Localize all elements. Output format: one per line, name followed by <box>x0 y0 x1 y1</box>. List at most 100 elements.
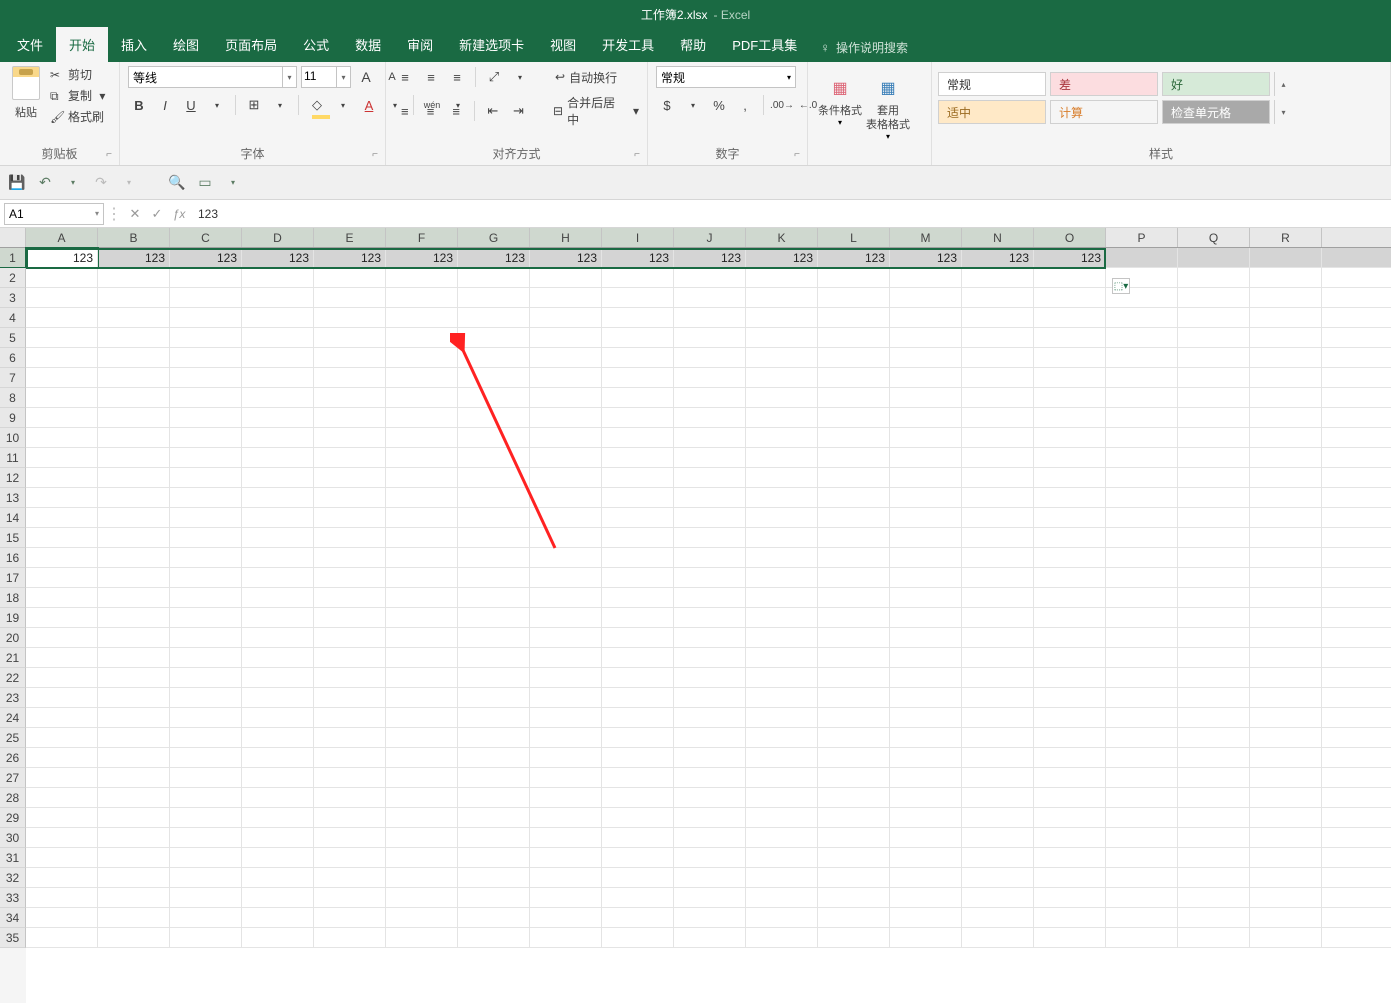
cell-grid[interactable]: 1231231231231231231231231231231231231231… <box>26 248 1391 1003</box>
cell[interactable] <box>386 648 458 667</box>
cell[interactable] <box>314 708 386 727</box>
cell[interactable] <box>818 688 890 707</box>
cell[interactable] <box>170 568 242 587</box>
cell[interactable] <box>602 488 674 507</box>
cell[interactable] <box>674 908 746 927</box>
underline-button[interactable]: U <box>180 94 202 116</box>
column-header[interactable]: P <box>1106 228 1178 247</box>
cell[interactable] <box>746 668 818 687</box>
cell[interactable] <box>458 668 530 687</box>
cell[interactable] <box>746 308 818 327</box>
cell[interactable] <box>386 628 458 647</box>
cell[interactable] <box>26 808 98 827</box>
cell[interactable] <box>530 528 602 547</box>
cell[interactable] <box>1106 468 1178 487</box>
column-header[interactable]: M <box>890 228 962 247</box>
cell[interactable] <box>242 388 314 407</box>
cell[interactable] <box>26 548 98 567</box>
cell[interactable] <box>746 868 818 887</box>
style-gallery-more[interactable]: ▾ <box>1274 100 1292 124</box>
cell[interactable] <box>314 408 386 427</box>
cell[interactable] <box>1034 408 1106 427</box>
cell[interactable] <box>530 928 602 947</box>
row-header[interactable]: 17 <box>0 568 26 588</box>
cell[interactable] <box>746 388 818 407</box>
cell[interactable] <box>890 768 962 787</box>
cell[interactable] <box>242 688 314 707</box>
cell[interactable] <box>818 868 890 887</box>
align-bottom-button[interactable]: ≡ <box>446 66 468 88</box>
cell[interactable] <box>242 348 314 367</box>
cell[interactable] <box>242 888 314 907</box>
cell[interactable] <box>458 408 530 427</box>
cell[interactable] <box>386 408 458 427</box>
cell[interactable] <box>1106 588 1178 607</box>
cell[interactable] <box>314 768 386 787</box>
cell[interactable] <box>1178 548 1250 567</box>
cell[interactable] <box>1250 708 1322 727</box>
tab-home[interactable]: 开始 <box>56 27 108 62</box>
cell[interactable] <box>1178 728 1250 747</box>
cell[interactable] <box>818 908 890 927</box>
cell[interactable] <box>1250 248 1322 267</box>
cell[interactable] <box>98 688 170 707</box>
cell[interactable] <box>746 368 818 387</box>
cell[interactable] <box>170 308 242 327</box>
row-header[interactable]: 35 <box>0 928 26 948</box>
fill-color-button[interactable]: ◇ <box>306 94 328 116</box>
tab-developer[interactable]: 开发工具 <box>589 27 667 62</box>
cell[interactable] <box>314 848 386 867</box>
style-gallery-scroll-up[interactable]: ▴ <box>1274 72 1292 96</box>
cell[interactable] <box>962 808 1034 827</box>
cell[interactable] <box>890 848 962 867</box>
cell[interactable] <box>890 808 962 827</box>
cell[interactable] <box>1034 448 1106 467</box>
cell[interactable] <box>386 568 458 587</box>
underline-dropdown[interactable]: ▾ <box>206 94 228 116</box>
cell[interactable] <box>170 328 242 347</box>
cell[interactable] <box>1178 808 1250 827</box>
row-header[interactable]: 20 <box>0 628 26 648</box>
cell[interactable] <box>26 648 98 667</box>
cell[interactable] <box>1034 748 1106 767</box>
tab-view[interactable]: 视图 <box>537 27 589 62</box>
cell[interactable] <box>674 668 746 687</box>
cell[interactable] <box>1178 588 1250 607</box>
cell[interactable] <box>746 588 818 607</box>
cell[interactable] <box>746 408 818 427</box>
font-size-dropdown[interactable]: ▾ <box>337 66 351 88</box>
cell[interactable] <box>1178 408 1250 427</box>
cell[interactable] <box>602 748 674 767</box>
cell[interactable]: 123 <box>98 248 170 267</box>
row-header[interactable]: 15 <box>0 528 26 548</box>
cell[interactable] <box>1178 488 1250 507</box>
cell[interactable] <box>26 428 98 447</box>
cell[interactable] <box>170 928 242 947</box>
cell[interactable] <box>530 288 602 307</box>
cell[interactable] <box>1034 828 1106 847</box>
cell[interactable] <box>1106 488 1178 507</box>
column-header[interactable]: E <box>314 228 386 247</box>
cell[interactable] <box>98 328 170 347</box>
cell[interactable] <box>890 828 962 847</box>
cell[interactable] <box>1106 788 1178 807</box>
cell[interactable] <box>818 448 890 467</box>
cell[interactable] <box>602 928 674 947</box>
number-format-select[interactable]: 常规▾ <box>656 66 796 88</box>
cell[interactable] <box>530 788 602 807</box>
cell[interactable] <box>98 668 170 687</box>
cell[interactable] <box>746 548 818 567</box>
cell[interactable] <box>314 368 386 387</box>
cell[interactable] <box>386 788 458 807</box>
cell[interactable] <box>890 488 962 507</box>
cell[interactable] <box>242 648 314 667</box>
cell[interactable] <box>1106 688 1178 707</box>
column-header[interactable]: I <box>602 228 674 247</box>
cell[interactable] <box>98 488 170 507</box>
cell[interactable] <box>1250 288 1322 307</box>
cell[interactable] <box>458 628 530 647</box>
cell[interactable] <box>890 548 962 567</box>
cell[interactable] <box>242 828 314 847</box>
cell[interactable] <box>314 468 386 487</box>
cell[interactable] <box>1178 648 1250 667</box>
